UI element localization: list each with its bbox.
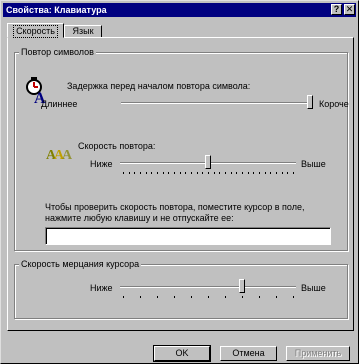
tick-mark	[185, 172, 186, 174]
apply-button[interactable]: Применить	[286, 346, 350, 361]
test-input[interactable]	[45, 227, 331, 245]
tick-mark	[191, 296, 192, 298]
blink-slider-track	[120, 286, 296, 288]
tick-mark	[265, 172, 266, 174]
tick-mark	[259, 296, 260, 298]
title-bar[interactable]: Свойства: Клавиатура ? ✕	[3, 3, 356, 17]
delay-slider-thumb[interactable]	[307, 95, 313, 109]
repeat-rate-icon: A A A	[45, 143, 73, 163]
tick-mark	[248, 172, 249, 174]
delay-max-label: Короче	[319, 99, 349, 109]
tick-mark	[146, 172, 147, 174]
blink-max-label: Выше	[301, 283, 326, 293]
delay-min-label: Длиннее	[41, 99, 78, 109]
cancel-button[interactable]: Отмена	[220, 346, 277, 361]
tick-mark	[242, 296, 243, 298]
dialog-window: Свойства: Клавиатура ? ✕ Скорость Язык П…	[0, 0, 359, 364]
delay-slider-track	[121, 102, 313, 104]
tick-mark	[208, 296, 209, 298]
tick-mark	[276, 172, 277, 174]
tab-language-label: Язык	[72, 26, 94, 36]
tick-mark	[157, 172, 158, 174]
ok-button[interactable]: OK	[153, 345, 211, 362]
tab-speed-label: Скорость	[13, 25, 58, 38]
help-button[interactable]: ?	[331, 4, 342, 15]
tick-mark	[174, 296, 175, 298]
blink-min-label: Ниже	[90, 283, 113, 293]
rate-slider-thumb[interactable]	[205, 155, 211, 169]
tick-mark	[151, 172, 152, 174]
tick-mark	[287, 172, 288, 174]
tick-mark	[168, 172, 169, 174]
delay-slider[interactable]	[121, 95, 313, 117]
tick-mark	[197, 172, 198, 174]
tab-speed[interactable]: Скорость	[7, 23, 64, 38]
tick-mark	[259, 172, 260, 174]
blink-slider-thumb[interactable]	[239, 279, 245, 293]
rate-slider-ticks	[120, 172, 296, 176]
tick-mark	[236, 172, 237, 174]
tick-mark	[140, 172, 141, 174]
tick-mark	[208, 172, 209, 174]
delay-label: Задержка перед началом повтора символа:	[67, 81, 251, 91]
tick-mark	[253, 172, 254, 174]
tick-mark	[225, 296, 226, 298]
tick-mark	[157, 296, 158, 298]
tick-mark	[270, 172, 271, 174]
window-title: Свойства: Клавиатура	[6, 5, 107, 15]
tick-mark	[123, 172, 124, 174]
tick-mark	[174, 172, 175, 174]
tick-mark	[191, 172, 192, 174]
repeat-group-title: Повтор символов	[19, 47, 96, 57]
test-instructions: Чтобы проверить скорость повтора, помест…	[45, 202, 305, 223]
tick-mark	[242, 172, 243, 174]
tick-mark	[276, 296, 277, 298]
tick-mark	[231, 172, 232, 174]
tick-mark	[293, 296, 294, 298]
tick-mark	[163, 172, 164, 174]
tick-mark	[140, 296, 141, 298]
rate-label: Скорость повтора:	[78, 141, 156, 151]
tick-mark	[214, 172, 215, 174]
tick-mark	[123, 296, 124, 298]
rate-max-label: Выше	[301, 159, 326, 169]
tick-mark	[282, 172, 283, 174]
tick-mark	[202, 172, 203, 174]
blink-slider[interactable]	[120, 279, 296, 301]
svg-text:A: A	[62, 148, 73, 163]
tick-mark	[129, 172, 130, 174]
close-button[interactable]: ✕	[344, 4, 355, 15]
blink-slider-ticks	[120, 296, 296, 300]
rate-slider[interactable]	[120, 155, 296, 177]
tick-mark	[293, 172, 294, 174]
blink-group-title: Скорость мерцания курсора	[19, 259, 142, 269]
tick-mark	[225, 172, 226, 174]
tick-mark	[134, 172, 135, 174]
rate-min-label: Ниже	[90, 159, 113, 169]
tick-mark	[219, 172, 220, 174]
tick-mark	[180, 172, 181, 174]
